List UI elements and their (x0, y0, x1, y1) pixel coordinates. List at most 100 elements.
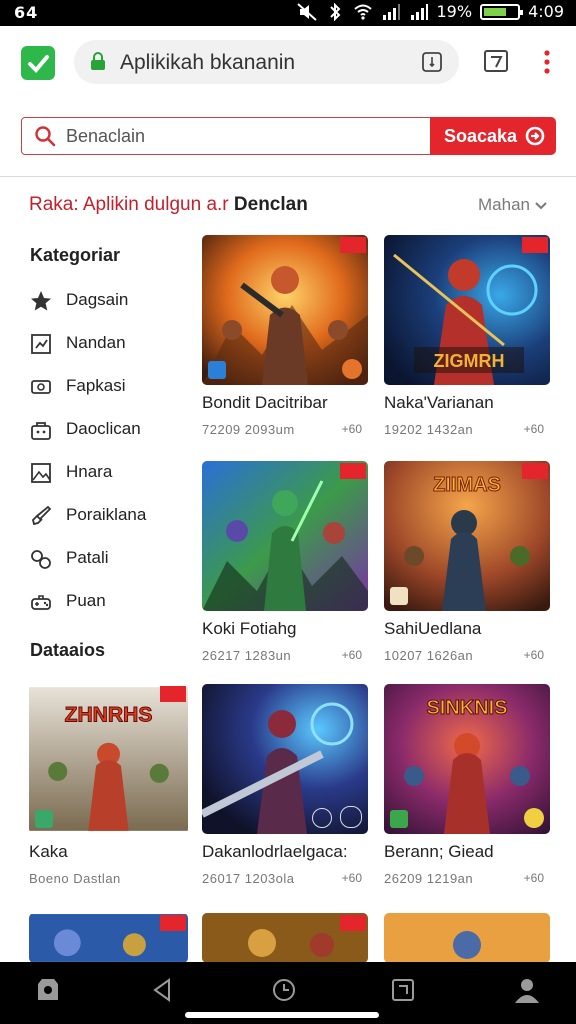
app-title: Naka'Varianan (384, 393, 494, 412)
game-art-image: ZIIMAS (384, 461, 550, 611)
app-thumbnail[interactable] (202, 461, 368, 611)
more-label: Mahan (478, 195, 530, 214)
target-icon (340, 806, 362, 828)
category-item-4[interactable]: Daoclican (30, 416, 190, 444)
badge-icon (340, 463, 366, 479)
app-card[interactable]: Dakanlodrlaelgaca: 26017 1203ola +60 (202, 684, 368, 886)
app-thumbnail[interactable]: ZIGMRH (384, 235, 550, 385)
app-thumbnail[interactable] (202, 913, 368, 963)
app-card[interactable]: SINKNIS Berann; Giead 26209 1219an +60 (384, 684, 550, 886)
category-item-8[interactable]: Puan (30, 588, 190, 616)
battery-percent: 19% (436, 2, 473, 21)
app-card[interactable]: Koki Fotiahg 26217 1283un +60 (202, 461, 368, 663)
app-store-icon (35, 810, 53, 828)
url-bar[interactable]: Aplikikah bkananin (74, 40, 459, 84)
badge-icon (160, 915, 186, 931)
app-thumbnail[interactable]: SINKNIS (384, 684, 550, 834)
search-button-icon (525, 126, 545, 146)
badge-icon (522, 463, 548, 479)
category-label: Hnara (66, 462, 113, 481)
app-card[interactable]: ZHNRHS Kaka Boeno Dastlan (29, 684, 195, 886)
check-logo-icon (28, 55, 49, 73)
app-card[interactable] (202, 913, 368, 963)
signal-icon-2 (410, 3, 428, 20)
battery-icon (480, 3, 524, 20)
app-title: Berann; Giead (384, 842, 494, 861)
category-label: Fapkasi (66, 376, 126, 395)
url-text: Aplikikah bkananin (120, 51, 296, 74)
profile-icon[interactable] (513, 976, 541, 1004)
search-input[interactable]: Benaclain (21, 117, 431, 155)
app-meta-extra: +60 (341, 648, 362, 662)
app-card[interactable]: Bondit Dacitribar 72209 2093um +60 (202, 235, 368, 437)
app-meta: Boeno Dastlan (29, 871, 121, 886)
category-item-3[interactable]: Fapkasi (30, 373, 190, 401)
app-thumbnail[interactable]: ZHNRHS (29, 684, 188, 834)
page-icon[interactable] (421, 51, 443, 73)
cash-icon (31, 380, 51, 394)
bottom-navigation (0, 962, 576, 1024)
category-label: Puan (66, 591, 106, 610)
app-meta: 26209 1219an (384, 871, 474, 886)
controller-icon (31, 595, 51, 610)
wifi-icon (353, 4, 372, 20)
badge-icon (340, 237, 366, 253)
back-icon[interactable] (149, 976, 177, 1004)
category-label: Daoclican (66, 419, 141, 438)
rating-icon (524, 808, 544, 828)
app-meta-extra: +60 (341, 422, 362, 436)
home-indicator[interactable] (185, 1012, 379, 1018)
category-label: Dagsain (66, 290, 129, 309)
app-card[interactable] (384, 913, 550, 963)
app-meta-extra: +60 (341, 871, 362, 885)
heading-bold: Denclan (233, 194, 308, 215)
app-store-icon (390, 587, 408, 605)
signal-icon (382, 3, 400, 20)
app-meta: 19202 1432an (384, 422, 474, 437)
app-card[interactable]: ZIIMAS SahiUedlana 10207 1626an +60 (384, 461, 550, 663)
category-item-5[interactable]: Hnara (30, 459, 190, 487)
category-item-2[interactable]: Nandan (30, 330, 190, 358)
app-thumbnail[interactable] (202, 235, 368, 385)
app-thumbnail[interactable] (202, 684, 368, 834)
image-icon (31, 463, 51, 483)
app-thumbnail[interactable] (29, 913, 188, 963)
app-card[interactable]: ZIGMRH Naka'Varianan 19202 1432an +60 (384, 235, 550, 437)
search-icon (35, 126, 56, 147)
chart-icon (31, 334, 51, 354)
menu-dots-icon[interactable] (533, 48, 561, 76)
tabs-icon[interactable] (482, 48, 510, 76)
home-icon[interactable] (270, 976, 298, 1004)
star-icon (31, 291, 51, 311)
app-meta: 72209 2093um (202, 422, 295, 437)
rating-icon (342, 359, 362, 379)
link-icon (31, 550, 51, 569)
app-thumbnail[interactable] (384, 913, 550, 963)
app-logo[interactable] (21, 46, 55, 80)
category-label: Poraiklana (66, 505, 147, 524)
art-title: ZIGMRH (434, 351, 505, 371)
app-card[interactable] (29, 913, 195, 963)
replay-icon (312, 808, 332, 828)
store-icon[interactable] (34, 976, 62, 1004)
category-item-6[interactable]: Poraiklana (30, 502, 190, 530)
category-item-1[interactable]: Dagsain (30, 287, 190, 315)
art-title: ZIIMAS (433, 474, 501, 496)
bluetooth-icon (329, 2, 340, 21)
status-right: 19% 4:09 (296, 2, 564, 21)
app-meta: 26017 1203ola (202, 871, 295, 886)
category-label: Nandan (66, 333, 126, 352)
status-left-text: 64 (14, 3, 39, 22)
more-dropdown[interactable]: Mahan (478, 195, 548, 215)
app-thumbnail[interactable]: ZIIMAS (384, 461, 550, 611)
category-item-7[interactable]: Patali (30, 545, 190, 573)
game-art-image: ZIGMRH (384, 235, 550, 385)
mute-icon (296, 2, 317, 21)
recents-icon[interactable] (389, 976, 417, 1004)
app-title: Dakanlodrlaelgaca: (202, 842, 348, 861)
clock: 4:09 (528, 2, 564, 21)
app-meta-extra: +60 (523, 648, 544, 662)
badge-icon (340, 915, 366, 931)
chevron-down-icon (535, 201, 547, 209)
search-button[interactable]: Soacaka (430, 117, 556, 155)
